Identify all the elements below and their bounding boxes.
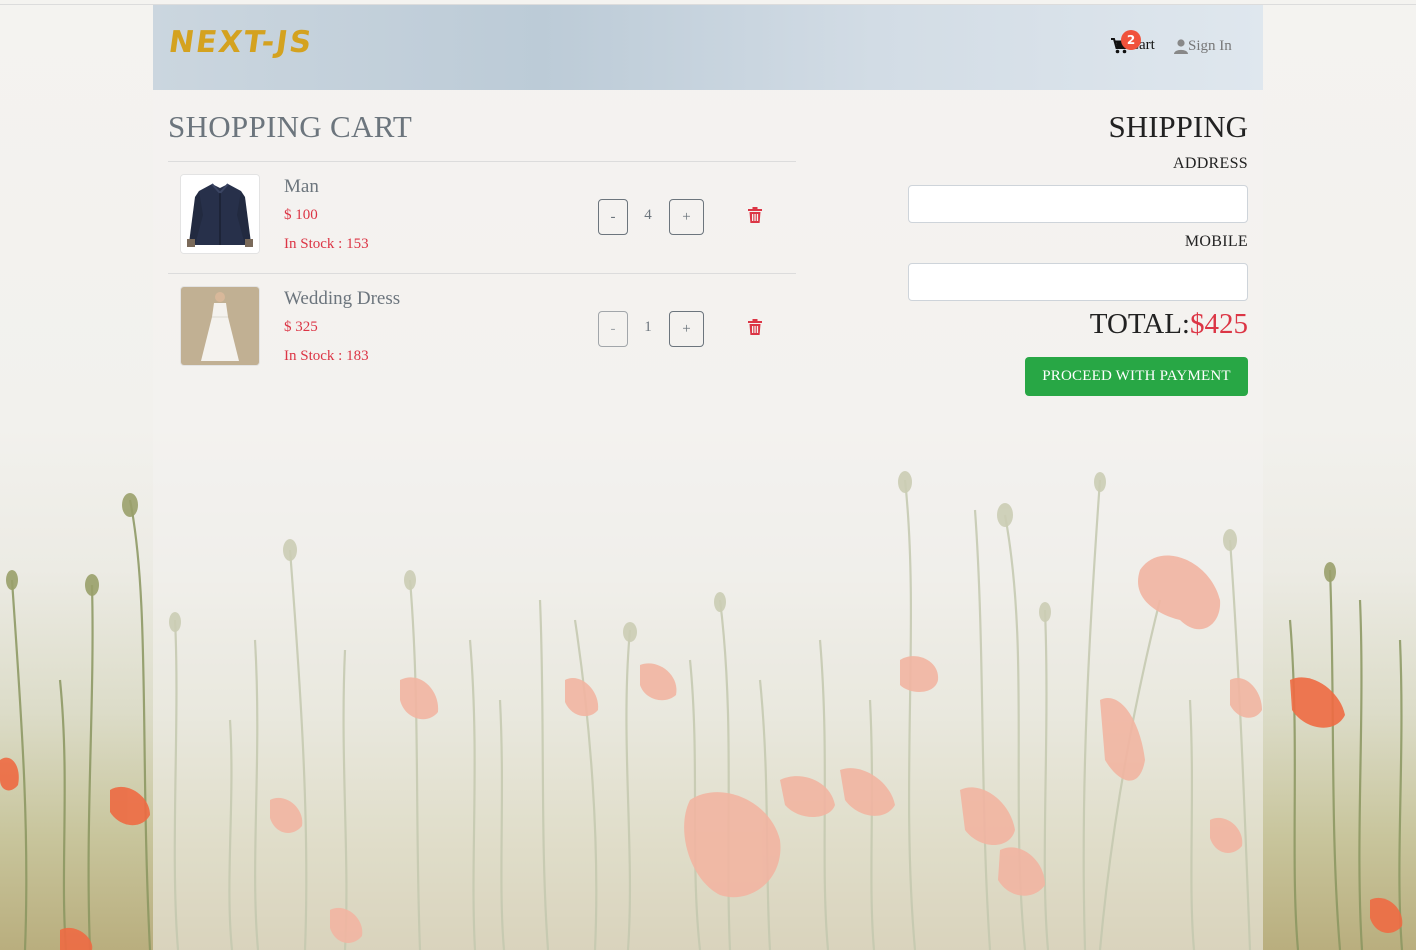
user-icon: [1174, 39, 1188, 54]
item-image-dress[interactable]: [180, 286, 260, 366]
total-label: TOTAL:: [1089, 308, 1190, 340]
navbar: NEXT-JS Cart Sign In: [153, 5, 1263, 90]
increase-quantity-button[interactable]: +: [669, 311, 704, 347]
decrease-quantity-button[interactable]: -: [598, 311, 628, 347]
order-total: TOTAL:$425: [1090, 308, 1248, 341]
address-label: ADDRESS: [1172, 155, 1248, 172]
cart-count-badge: 2: [1121, 30, 1141, 50]
cart-item: Man $ 100 In Stock : 153 - 4 +: [168, 162, 796, 274]
cart-item: Wedding Dress $ 325 In Stock : 183 - 1 +: [168, 274, 796, 386]
decrease-quantity-button[interactable]: -: [598, 199, 628, 235]
mobile-label: MOBILE: [1184, 233, 1248, 250]
trash-icon[interactable]: [748, 207, 762, 223]
page-container: NEXT-JS Cart Sign In 2 SHOPPING CART Man…: [153, 5, 1263, 950]
quantity-value: 1: [644, 319, 652, 335]
item-stock: In Stock : 183: [284, 348, 369, 364]
item-price: $ 325: [284, 319, 318, 335]
address-input[interactable]: [908, 185, 1248, 223]
shopping-cart-title: SHOPPING CART: [168, 109, 413, 144]
shipping-title: SHIPPING: [1108, 109, 1248, 144]
item-stock: In Stock : 153: [284, 236, 369, 252]
item-image-shirt[interactable]: [180, 174, 260, 254]
item-name[interactable]: Wedding Dress: [284, 288, 400, 310]
proceed-with-payment-button[interactable]: PROCEED WITH PAYMENT: [1025, 357, 1248, 396]
increase-quantity-button[interactable]: +: [669, 199, 704, 235]
item-price: $ 100: [284, 207, 318, 223]
item-name[interactable]: Man: [284, 176, 319, 198]
quantity-value: 4: [644, 207, 652, 223]
trash-icon[interactable]: [748, 319, 762, 335]
total-amount: $425: [1190, 308, 1248, 340]
brand-logo[interactable]: NEXT-JS: [167, 25, 316, 60]
nav-signin-label: Sign In: [1188, 38, 1232, 54]
mobile-input[interactable]: [908, 263, 1248, 301]
nav-signin-link[interactable]: Sign In: [1174, 38, 1232, 55]
